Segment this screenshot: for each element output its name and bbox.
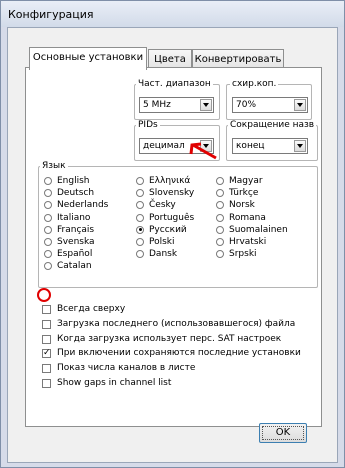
pids-value: децимал [143,141,185,151]
ok-button[interactable]: OK [259,423,307,443]
checkbox-box[interactable] [42,305,51,314]
radio-circle[interactable] [136,225,144,234]
radio-circle[interactable] [136,177,144,185]
option-label: Загрузка последнего (использовавшегося) … [57,318,296,329]
language-radio-label: Svenska [57,237,95,247]
chevron-down-icon[interactable] [294,99,306,111]
red-arrow-icon [189,142,217,160]
radio-circle[interactable] [216,238,224,246]
freq-range-value: 5 MHz [143,100,171,110]
scan-value: 70% [236,100,257,110]
language-label: Язык [40,161,68,171]
language-radio-label: Česky [149,200,176,211]
language-radio-label: Slovensky [149,188,195,199]
language-radio-label: Suomalainen [229,224,288,235]
radio-circle[interactable] [44,177,52,185]
chevron-down-icon[interactable] [294,140,306,152]
language-radio-label: Polski [149,237,175,247]
language-radio-label: Español [57,249,93,260]
red-circle-icon [37,288,51,302]
language-radio-label: Русский [149,224,187,235]
radio-circle[interactable] [44,213,52,222]
general-settings-panel: Част. диапазон 5 MHz схир.коп. 70% PIDs … [25,67,322,427]
tab-colors-label: Цвета [154,54,186,65]
language-radio-label: Ελληνικά [149,176,191,186]
checkbox-box[interactable] [42,348,51,359]
option-label: При включении сохраняются последние уста… [57,348,301,359]
radio-circle[interactable] [136,238,144,246]
freq-range-select[interactable]: 5 MHz [139,97,214,113]
scan-label: схир.коп. [230,79,279,89]
language-radio-label: Catalan [57,261,92,272]
language-radio-label: Srpski [229,249,257,260]
radio-circle[interactable] [216,177,224,185]
radio-circle[interactable] [216,225,224,234]
tab-general[interactable]: Основные установки [29,47,147,70]
language-radio-label: English [57,176,90,186]
freq-range-label: Част. диапазон [136,79,213,89]
abbrev-select[interactable]: конец [232,138,308,154]
radio-circle[interactable] [44,225,52,234]
chevron-down-icon[interactable] [200,99,212,111]
language-radio-label: Nederlands [57,200,109,211]
language-radio-label: Norsk [229,200,255,211]
window-title: Конфигурация [8,8,94,21]
language-radio-label: Français [57,224,95,235]
language-radio-label: Deutsch [57,188,95,199]
checkbox-box[interactable] [42,334,51,344]
language-radio-label: Português [149,212,195,223]
title-bar: Конфигурация [1,1,344,27]
option-label: Show gaps in channel list [57,378,172,388]
language-radio-label: Türkçe [229,188,259,199]
option-label: Всегда сверху [57,304,126,314]
option-label: Когда загрузка использует перс. SAT наст… [57,333,282,344]
checkbox-box[interactable] [42,379,51,388]
scan-select[interactable]: 70% [232,97,308,113]
language-radio-label: Italiano [57,212,91,223]
language-radio-label: Hrvatski [229,237,267,247]
config-window: Конфигурация Основные установки Цвета Ко… [0,0,345,468]
language-radio-label: Magyar [229,176,263,186]
ok-focus-rect [262,426,304,440]
language-radio-label: Romana [229,212,266,223]
abbrev-label: Сокращение назв [228,120,317,130]
radio-circle[interactable] [44,238,52,246]
radio-circle[interactable] [216,213,224,222]
tab-colors[interactable]: Цвета [148,49,192,69]
checkbox-box[interactable] [42,319,51,329]
option-label: Показ числа каналов в листе [57,363,196,374]
tab-convert-label: Конвертировать [194,54,282,65]
abbrev-value: конец [236,141,265,151]
checkbox-box[interactable] [42,364,51,374]
radio-circle[interactable] [136,213,144,222]
language-radio-label: Dansk [149,249,178,260]
tab-convert[interactable]: Конвертировать [192,49,284,69]
tab-general-label: Основные установки [32,52,144,63]
pids-label: PIDs [136,120,160,130]
